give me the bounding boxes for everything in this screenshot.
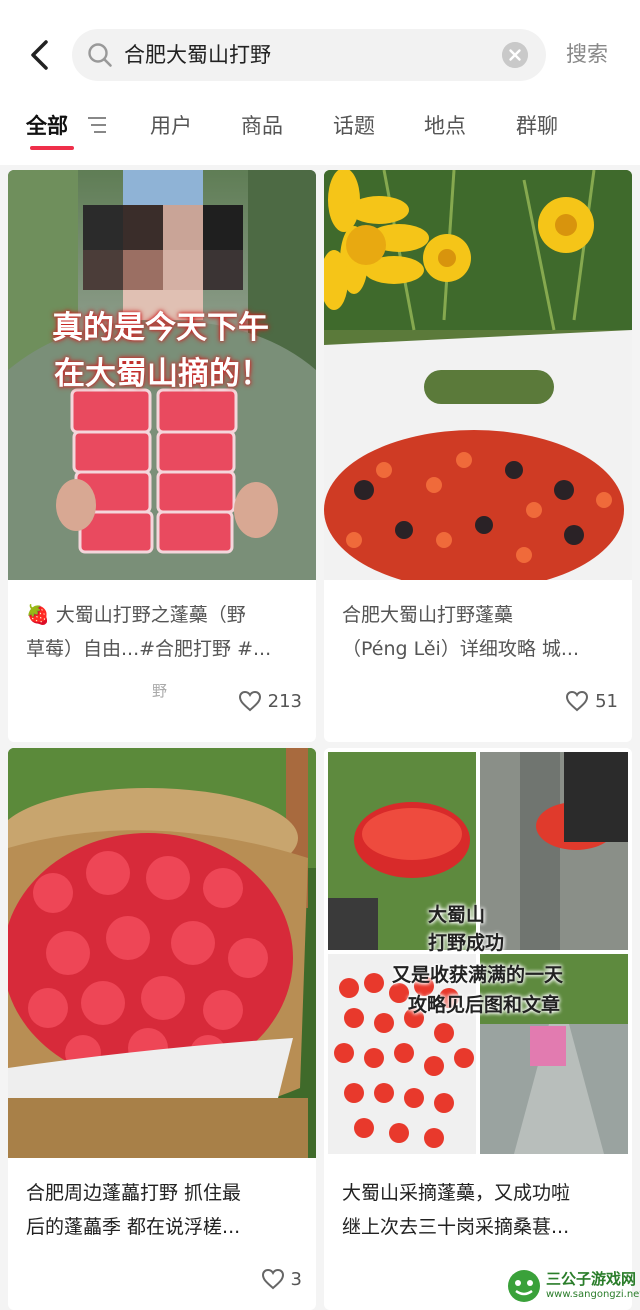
note-card[interactable]: 合肥大蜀山打野蓬蘽 （Péng Lěi）详细攻略 城... 51 (324, 170, 632, 742)
search-query: 合肥大蜀山打野 (124, 43, 271, 67)
tab-group-chats[interactable]: 群聊 (516, 112, 558, 140)
tab-users[interactable]: 用户 (150, 112, 192, 140)
site-watermark: 三公子游戏网 www.sangongzi.net (506, 1266, 640, 1308)
tab-products[interactable]: 商品 (241, 112, 283, 140)
search-button[interactable]: 搜索 (566, 40, 608, 68)
watermark-name: 三公子游戏网 (546, 1270, 637, 1288)
back-arrow-icon[interactable] (22, 34, 58, 76)
filter-icon[interactable] (86, 114, 108, 136)
note-title: 合肥周边蓬藟打野 抓住最 后的蓬藟季 都在说浮槎... (26, 1182, 242, 1238)
search-input[interactable]: 合肥大蜀山打野 (72, 29, 546, 81)
note-cover-image (8, 748, 316, 1158)
note-card[interactable]: 真的是今天下午 在大蜀山摘的！ 🍓 大蜀山打野之蓬蘽（野 草莓）自由...#合肥… (8, 170, 316, 742)
cover-caption-line: 又是收获满满的一天 (392, 964, 564, 986)
tab-topics[interactable]: 话题 (333, 112, 375, 140)
heart-icon (238, 690, 261, 712)
like-button[interactable]: 51 (565, 687, 618, 715)
like-count: 51 (595, 690, 618, 712)
note-cover-image (324, 170, 632, 580)
top-bar: 合肥大蜀山打野 搜索 全部 用户 商品 话题 地点 群聊 (0, 0, 640, 165)
like-button[interactable]: 3 (261, 1265, 302, 1293)
watermark-logo-icon (508, 1270, 540, 1302)
like-button[interactable]: 213 (238, 687, 302, 715)
cover-caption-line: 大蜀山 (428, 904, 486, 926)
like-count: 3 (290, 1268, 302, 1290)
heart-icon (566, 690, 589, 712)
search-icon (88, 43, 112, 67)
cover-caption-line: 攻略见后图和文章 (408, 994, 561, 1016)
heart-icon (261, 1268, 284, 1290)
clear-icon[interactable] (502, 42, 528, 68)
like-count: 213 (267, 690, 302, 712)
author-name: 野 (152, 682, 168, 700)
note-title: 合肥大蜀山打野蓬蘽 （Péng Lěi）详细攻略 城... (342, 604, 579, 660)
tab-all[interactable]: 全部 (26, 112, 68, 140)
note-title: 🍓 大蜀山打野之蓬蘽（野 草莓）自由...#合肥打野 #... (26, 604, 272, 660)
tab-places[interactable]: 地点 (424, 112, 466, 140)
cover-caption-line: 在大蜀山摘的！ (54, 356, 271, 392)
cover-caption-line: 打野成功 (428, 932, 505, 954)
cover-caption-line: 真的是今天下午 (52, 310, 269, 346)
note-card[interactable]: 大蜀山 打野成功 又是收获满满的一天 攻略见后图和文章 大蜀山采摘蓬蘽，又成功啦… (324, 748, 632, 1310)
watermark-url: www.sangongzi.net (546, 1289, 640, 1300)
active-tab-indicator (30, 146, 74, 150)
note-card[interactable]: 合肥周边蓬藟打野 抓住最 后的蓬藟季 都在说浮槎... 3 (8, 748, 316, 1310)
note-title: 大蜀山采摘蓬蘽，又成功啦 继上次去三十岗采摘桑葚... (342, 1182, 571, 1238)
